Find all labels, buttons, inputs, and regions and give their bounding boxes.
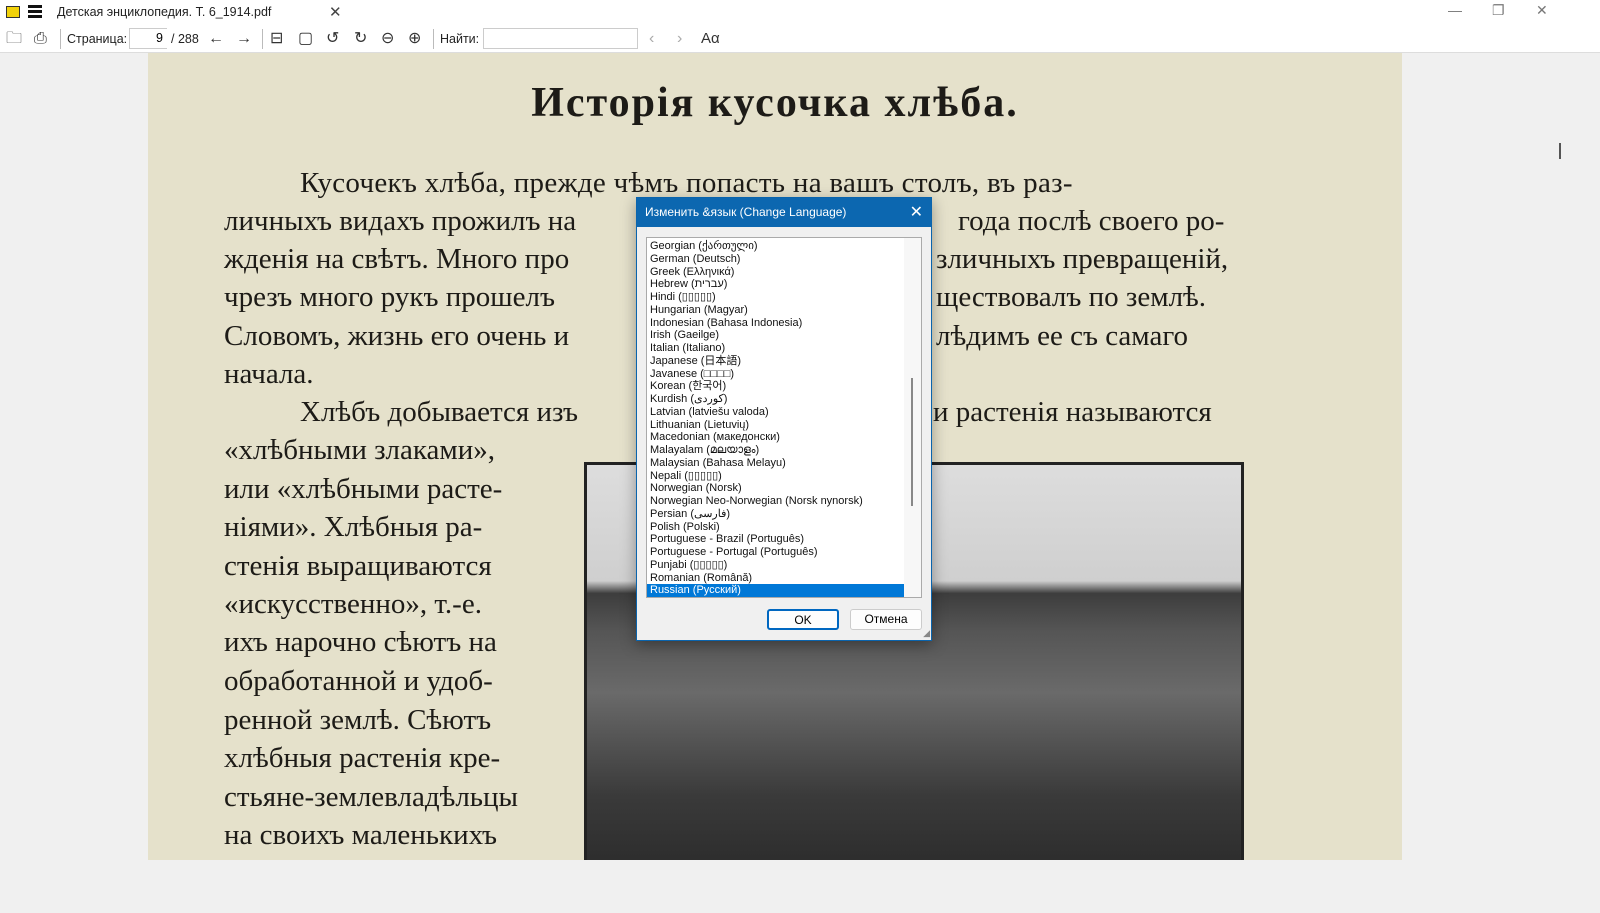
text-line: «искусственно», т.-е. (224, 588, 482, 620)
title-bar: Детская энциклопедия. Т. 6_1914.pdf ✕ — … (0, 0, 1600, 25)
vertical-scrollbar[interactable] (1552, 106, 1568, 913)
separator (262, 29, 263, 49)
language-option[interactable]: Indonesian (Bahasa Indonesia) (647, 317, 904, 330)
language-option[interactable]: Hindi (▯▯▯▯▯) (647, 291, 904, 304)
zoom-out-icon[interactable]: ⊖ (381, 29, 394, 49)
language-option[interactable]: Hungarian (Magyar) (647, 304, 904, 317)
text-line: зличныхъ превращеній, (936, 243, 1229, 275)
text-line: личныхъ видахъ прожилъ на (224, 205, 577, 237)
language-option[interactable]: Lithuanian (Lietuvių) (647, 419, 904, 432)
match-case-icon[interactable]: Aα (701, 29, 720, 49)
text-line: или «хлѣбными расте- (224, 473, 503, 505)
close-window-button[interactable]: ✕ (1536, 2, 1548, 19)
app-logo-icon (6, 6, 20, 18)
text-line: и растенія называются (933, 396, 1212, 428)
dialog-close-icon[interactable]: ✕ (910, 198, 923, 227)
text-line: ренной землѣ. Сѣютъ (224, 704, 492, 736)
text-line: Хлѣбъ добывается изъ (300, 396, 578, 428)
text-line: хлѣбныя растенія кре- (224, 742, 501, 774)
language-option[interactable]: Persian (فارسی) (647, 508, 904, 521)
language-option[interactable]: Irish (Gaeilge) (647, 329, 904, 342)
page-label: Страница: (67, 32, 128, 46)
language-option[interactable]: Latvian (latviešu valoda) (647, 406, 904, 419)
text-line: Кусочекъ хлѣба, прежде чѣмъ попасть на в… (300, 167, 1073, 199)
article-title: Исторія кусочка хлѣба. (531, 80, 1019, 126)
language-option[interactable]: Malaysian (Bahasa Melayu) (647, 457, 904, 470)
text-line: чрезъ много рукъ прошелъ (224, 281, 555, 313)
separator (433, 29, 434, 49)
close-tab-icon[interactable]: ✕ (329, 3, 342, 21)
text-line: стенія выращиваются (224, 550, 492, 582)
find-prev-icon[interactable]: ‹ (649, 29, 654, 49)
language-option[interactable]: Korean (한국어) (647, 380, 904, 393)
scrollbar-thumb[interactable] (1559, 143, 1561, 159)
language-option[interactable]: Punjabi (▯▯▯▯▯) (647, 559, 904, 572)
language-option[interactable]: Romanian (Română) (647, 572, 904, 585)
text-line: «хлѣбными злаками», (224, 434, 496, 466)
list-scrollbar-thumb[interactable] (911, 378, 913, 506)
continuous-view-icon[interactable]: ⊟ (270, 29, 283, 49)
text-line: ихъ нарочно сѣютъ на (224, 626, 497, 658)
dialog-title: Изменить &язык (Change Language) (645, 205, 847, 219)
text-line: Словомъ, жизнь его очень и (224, 320, 570, 352)
minimize-button[interactable]: — (1448, 2, 1462, 18)
text-line: ществовалъ по землѣ. (936, 281, 1207, 313)
language-option[interactable]: Nepali (▯▯▯▯▯) (647, 470, 904, 483)
language-option[interactable]: Russian (Русский) (647, 584, 904, 597)
language-option[interactable]: Norwegian Neo-Norwegian (Norsk nynorsk) (647, 495, 904, 508)
language-option[interactable]: Greek (Ελληνικά) (647, 266, 904, 279)
separator (60, 29, 61, 49)
text-line: обработанной и удоб- (224, 665, 493, 697)
language-option[interactable]: Javanese (□□□□) (647, 368, 904, 381)
text-line: ніями». Хлѣбныя ра- (224, 511, 483, 543)
single-page-icon[interactable]: ▢ (298, 29, 313, 49)
change-language-dialog: Изменить &язык (Change Language) ✕ Georg… (636, 197, 932, 641)
language-option[interactable]: German (Deutsch) (647, 253, 904, 266)
language-option[interactable]: Japanese (日本語) (647, 355, 904, 368)
open-folder-icon[interactable]: 🗀 (6, 29, 22, 49)
language-option[interactable]: Georgian (ქართული) (647, 240, 904, 253)
text-line: лѣдимъ ее съ самаго (936, 320, 1188, 352)
restore-button[interactable]: ❐ (1492, 2, 1505, 19)
print-icon[interactable]: ⎙ (34, 29, 47, 49)
page-total: / 288 (171, 32, 199, 46)
toolbar: 🗀 ⎙ Страница: 9 / 288 ← → ⊟ ▢ ↺ ↻ ⊖ ⊕ На… (0, 25, 1600, 53)
list-scrollbar[interactable] (904, 238, 921, 597)
language-option[interactable]: Portuguese - Brazil (Português) (647, 533, 904, 546)
text-line: на своихъ маленькихъ (224, 819, 498, 851)
zoom-in-icon[interactable]: ⊕ (408, 29, 421, 49)
page-number-input[interactable]: 9 (129, 28, 167, 49)
language-option[interactable]: Malayalam (മലയാളം) (647, 444, 904, 457)
dialog-title-bar: Изменить &язык (Change Language) ✕ (637, 198, 931, 227)
ok-button[interactable]: OK (767, 609, 839, 630)
language-option[interactable]: Polish (Polski) (647, 521, 904, 534)
language-listbox[interactable]: Georgian (ქართული) German (Deutsch) Greek … (646, 237, 922, 598)
text-line: года послѣ своего ро- (958, 205, 1225, 237)
language-option[interactable]: Hebrew (עברית) (647, 278, 904, 291)
hamburger-menu-icon[interactable] (28, 5, 42, 18)
find-label: Найти: (440, 32, 480, 46)
resize-grip-icon[interactable]: ◢ (923, 628, 930, 639)
language-option[interactable]: Macedonian (македонски) (647, 431, 904, 444)
next-page-icon[interactable]: → (236, 29, 252, 49)
prev-page-icon[interactable]: ← (208, 29, 224, 49)
rotate-left-icon[interactable]: ↺ (326, 29, 339, 49)
language-option[interactable]: Portuguese - Portugal (Português) (647, 546, 904, 559)
text-line: начала. (224, 358, 314, 390)
cancel-button[interactable]: Отмена (850, 609, 922, 630)
find-next-icon[interactable]: › (677, 29, 682, 49)
tab-title[interactable]: Детская энциклопедия. Т. 6_1914.pdf (57, 5, 271, 19)
language-option[interactable]: Italian (Italiano) (647, 342, 904, 355)
find-input[interactable] (483, 28, 638, 49)
language-option[interactable]: Norwegian (Norsk) (647, 482, 904, 495)
text-line: жденія на свѣтъ. Много про (224, 243, 570, 275)
language-option[interactable]: Kurdish (کوردی) (647, 393, 904, 406)
rotate-right-icon[interactable]: ↻ (354, 29, 367, 49)
text-line: стьяне-землевладѣльцы (224, 781, 519, 813)
